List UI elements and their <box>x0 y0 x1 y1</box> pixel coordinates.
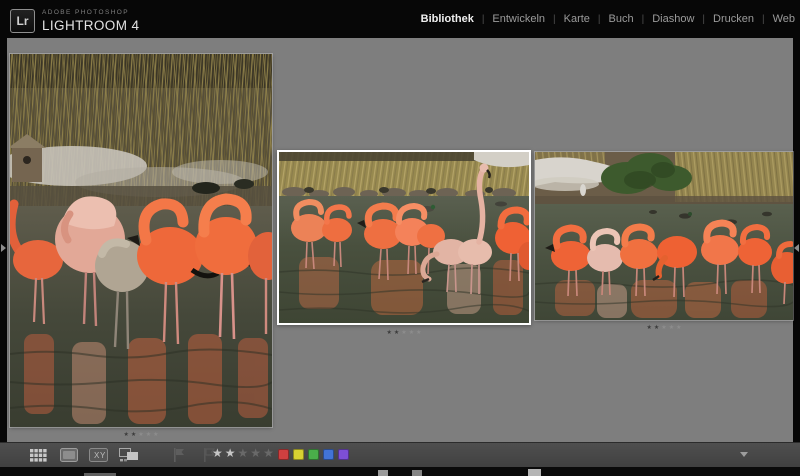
module-tab-bibliothek[interactable]: Bibliothek <box>421 13 474 25</box>
module-separator: | <box>702 14 705 25</box>
photo-star-1-icon[interactable]: ★ <box>647 325 652 331</box>
right-panel-collapsed-strip[interactable] <box>793 38 800 442</box>
flamingo-row-image <box>535 152 793 320</box>
survey-icon <box>119 448 139 463</box>
brand-lightroom-4: LIGHTROOM 4 <box>42 19 139 33</box>
module-tab-entwickeln[interactable]: Entwickeln <box>492 13 545 25</box>
photo-star-1-icon[interactable]: ★ <box>124 432 129 438</box>
top-bar: Lr ADOBE PHOTOSHOP LIGHTROOM 4 Bibliothe… <box>0 0 800 38</box>
svg-text:Y: Y <box>100 451 106 460</box>
flamingo-group-image <box>279 152 529 323</box>
toolbar-star-4-icon[interactable]: ★ <box>250 446 263 460</box>
toolbar: X Y <box>0 442 800 467</box>
module-tab-web[interactable]: Web <box>773 13 795 25</box>
loupe-view-button[interactable] <box>58 447 79 463</box>
toolbar-star-5-icon[interactable]: ★ <box>263 446 276 460</box>
color-label-yellow[interactable] <box>293 449 304 460</box>
photo-star-4-icon[interactable]: ★ <box>146 432 151 438</box>
color-label-purple[interactable] <box>338 449 349 460</box>
lightroom-logo-icon: Lr <box>10 9 35 33</box>
background-window-sliver <box>378 470 388 476</box>
flamingo-pond-image <box>10 54 272 427</box>
identity-plate: Lr ADOBE PHOTOSHOP LIGHTROOM 4 <box>10 9 139 33</box>
photo-star-4-icon[interactable]: ★ <box>669 325 674 331</box>
photo-rating[interactable]: ★★★★★ <box>535 322 793 331</box>
module-separator: | <box>482 14 485 25</box>
module-picker: Bibliothek | Entwickeln | Karte | Buch | Diashow… <box>421 0 795 38</box>
window-bottom-edge <box>0 467 800 476</box>
toolbar-star-rating: ★★★★★ <box>212 444 276 462</box>
photo-star-3-icon[interactable]: ★ <box>661 325 666 331</box>
compare-xy-icon: X Y <box>89 448 108 462</box>
toolbar-star-1-icon[interactable]: ★ <box>212 446 225 460</box>
photo-star-2-icon[interactable]: ★ <box>131 432 136 438</box>
photo-flamingo-row[interactable] <box>535 152 793 320</box>
photo-star-3-icon[interactable]: ★ <box>401 330 406 336</box>
expand-right-panel-icon[interactable] <box>794 244 799 252</box>
toolbar-star-3-icon[interactable]: ★ <box>238 446 251 460</box>
lightroom-window: Lr ADOBE PHOTOSHOP LIGHTROOM 4 Bibliothe… <box>0 0 800 476</box>
color-label-green[interactable] <box>308 449 319 460</box>
grid-view-button[interactable] <box>28 447 49 463</box>
photo-flamingos-standing-selected[interactable] <box>277 150 531 325</box>
survey-view-button[interactable] <box>118 447 139 463</box>
left-panel-collapsed-strip[interactable] <box>0 38 7 442</box>
grid-icon <box>30 449 47 462</box>
module-separator: | <box>762 14 765 25</box>
color-label-red[interactable] <box>278 449 289 460</box>
photo-rating[interactable]: ★★★★★ <box>10 429 272 438</box>
brand-adobe-photoshop: ADOBE PHOTOSHOP <box>42 10 139 17</box>
photo-star-5-icon[interactable]: ★ <box>416 330 421 336</box>
module-separator: | <box>598 14 601 25</box>
color-label-blue[interactable] <box>323 449 334 460</box>
module-tab-drucken[interactable]: Drucken <box>713 13 754 25</box>
view-mode-group: X Y <box>28 447 139 463</box>
photo-star-5-icon[interactable]: ★ <box>676 325 681 331</box>
toolbar-star-2-icon[interactable]: ★ <box>225 446 238 460</box>
expand-left-panel-icon[interactable] <box>1 244 6 252</box>
photo-star-5-icon[interactable]: ★ <box>153 432 158 438</box>
brand-text: ADOBE PHOTOSHOP LIGHTROOM 4 <box>42 10 139 32</box>
module-tab-diashow[interactable]: Diashow <box>652 13 694 25</box>
photo-star-2-icon[interactable]: ★ <box>654 325 659 331</box>
photo-flamingos-portrait[interactable] <box>10 54 272 427</box>
photo-star-3-icon[interactable]: ★ <box>138 432 143 438</box>
toolbar-options-dropdown-icon[interactable] <box>740 452 748 457</box>
photo-star-4-icon[interactable]: ★ <box>409 330 414 336</box>
photo-star-1-icon[interactable]: ★ <box>387 330 392 336</box>
module-tab-karte[interactable]: Karte <box>564 13 590 25</box>
module-tab-buch[interactable]: Buch <box>609 13 634 25</box>
survey-view-area: ★★★★★ <box>0 38 800 442</box>
loupe-icon <box>60 448 78 462</box>
flag-pick-icon[interactable] <box>168 447 189 463</box>
module-separator: | <box>553 14 556 25</box>
photo-star-2-icon[interactable]: ★ <box>394 330 399 336</box>
color-label-group <box>278 449 349 460</box>
compare-view-button[interactable]: X Y <box>88 447 109 463</box>
background-window-sliver <box>412 470 422 476</box>
photo-rating[interactable]: ★★★★★ <box>277 327 531 336</box>
module-separator: | <box>642 14 645 25</box>
background-window-sliver <box>528 469 541 476</box>
